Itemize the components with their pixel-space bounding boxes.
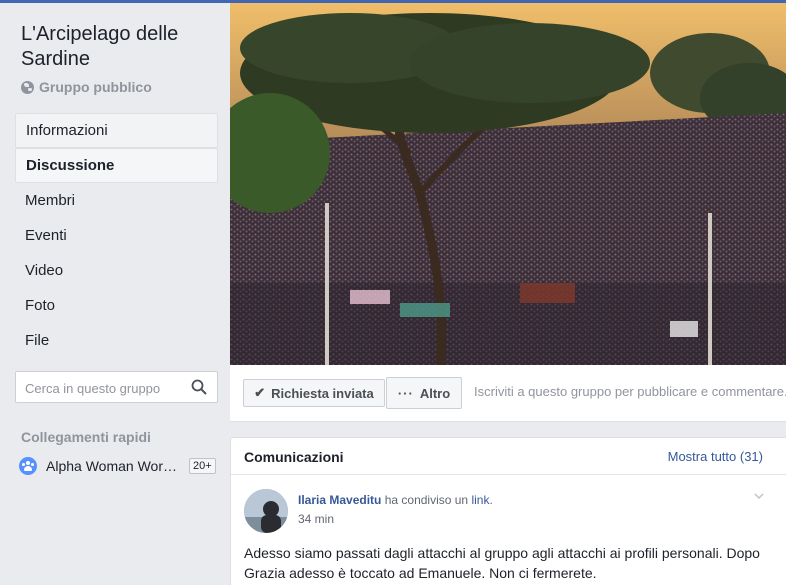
cover-crowd-image [230,3,786,365]
quick-link-label: Alpha Woman Wor… [46,458,177,474]
globe-icon [21,80,34,94]
more-label: Altro [419,385,451,401]
request-sent-button[interactable]: ✔ Richiesta inviata [243,379,385,407]
request-sent-label: Richiesta inviata [271,385,374,401]
post-text: Adesso siamo passati dagli attacchi al g… [244,545,760,581]
nav-item-informazioni[interactable]: Informazioni [15,113,218,148]
group-privacy: Gruppo pubblico [21,79,152,95]
group-icon [19,457,37,475]
post-meta-period: . [489,493,493,507]
search-icon[interactable] [191,379,207,395]
avatar-photo [244,489,288,533]
nav-item-foto[interactable]: Foto [15,288,218,323]
post-timestamp[interactable]: 34 min [298,512,334,526]
nav-item-membri[interactable]: Membri [15,183,218,218]
post-shared-link[interactable]: link [471,493,489,507]
checkmark-icon: ✔ [254,385,266,400]
group-action-bar: ✔ Richiesta inviata ··· Altro Iscriviti … [230,365,786,422]
nav-item-discussione[interactable]: Discussione [15,148,218,183]
group-search [15,371,218,403]
announcements-title: Comunicazioni [244,449,344,465]
post-author-link[interactable]: Ilaria Maveditu [298,493,381,507]
announcements-card: Comunicazioni Mostra tutto (31) Ilaria M… [230,437,786,585]
group-sidebar: L'Arcipelago delle Sardine Gruppo pubbli… [0,3,229,585]
quick-link-count-badge: 20+ [189,458,216,474]
avatar[interactable] [244,489,288,533]
post-action-text: ha condiviso un [384,493,469,507]
cover-photo[interactable] [230,3,786,365]
group-privacy-label: Gruppo pubblico [39,79,152,95]
nav-item-file[interactable]: File [15,323,218,358]
quick-link-item[interactable]: Alpha Woman Wor… 20+ [19,455,219,477]
chevron-down-icon[interactable] [754,491,764,501]
see-all-link[interactable]: Mostra tutto (31) [668,449,763,464]
join-hint-text: Iscriviti a questo gruppo per pubblicare… [474,384,786,399]
more-button[interactable]: ··· Altro [386,377,462,409]
group-nav: Informazioni Discussione Membri Eventi V… [15,113,218,358]
nav-item-eventi[interactable]: Eventi [15,218,218,253]
nav-item-video[interactable]: Video [15,253,218,288]
group-name[interactable]: L'Arcipelago delle Sardine [21,22,221,72]
more-dots-icon: ··· [397,385,414,401]
post-meta: Ilaria Maveditu ha condiviso un link. [298,493,493,507]
group-search-input[interactable] [25,378,185,398]
quick-links-title: Collegamenti rapidi [21,429,151,445]
announcements-header: Comunicazioni Mostra tutto (31) [231,438,786,475]
